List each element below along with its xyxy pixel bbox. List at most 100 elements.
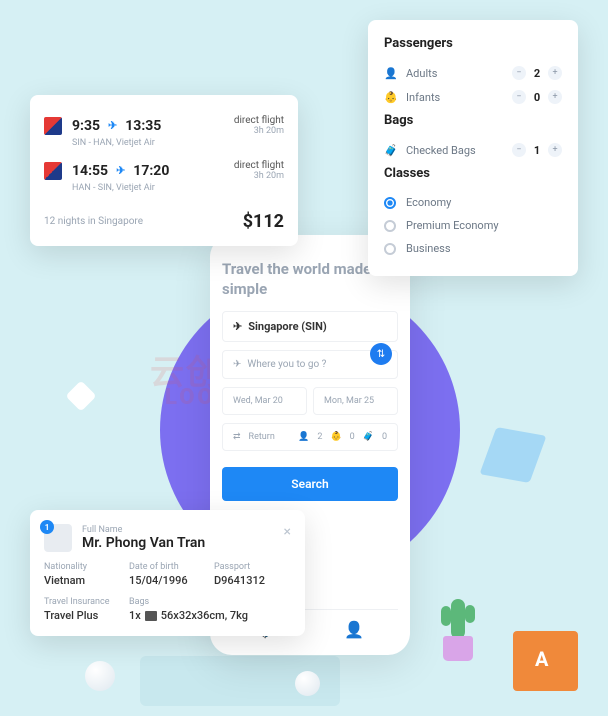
adults-icon: 👤 [298, 432, 309, 442]
infants-label: Infants [406, 91, 512, 104]
passengers-card: Passengers 👤 Adults − 2 + 👶 Infants − 0 … [368, 20, 578, 276]
adults-value: 2 [532, 67, 542, 80]
dep-time: 14:55 [72, 163, 108, 179]
return-icon: ⇄ [233, 432, 241, 442]
options-row[interactable]: ⇄ Return 👤 2 👶 0 🧳 0 [222, 423, 398, 451]
decorative-sphere [295, 671, 320, 696]
direct-label: direct flight [234, 160, 284, 171]
duration: 3h 20m [234, 126, 284, 136]
badge: 1 [40, 520, 54, 534]
direct-label: direct flight [234, 115, 284, 126]
field-value: Vietnam [44, 574, 121, 587]
plane-icon: ✈ [108, 119, 117, 132]
insurance-field: Travel Insurance Travel Plus [44, 597, 121, 622]
bags-dim: 56x32x36cm, 7kg [161, 609, 248, 622]
duration: 3h 20m [234, 171, 284, 181]
infants-value: 0 [532, 91, 542, 104]
decorative-cactus [438, 591, 478, 661]
decorative-sphere [85, 661, 115, 691]
bags-value: 1 [532, 144, 542, 157]
return-label: Return [249, 432, 275, 442]
decorative-cube-blue [479, 427, 546, 483]
flight-times: 14:55 ✈ 17:20 [72, 163, 169, 179]
adults-stepper: − 2 + [512, 66, 562, 80]
arr-time: 13:35 [125, 118, 161, 134]
radio-icon [384, 220, 396, 232]
bag-icon: 🧳 [363, 432, 374, 442]
field-label: Passport [214, 562, 291, 572]
class-label: Economy [406, 196, 451, 209]
plus-button[interactable]: + [548, 66, 562, 80]
class-label: Premium Economy [406, 219, 499, 232]
bags-field: Bags 1x 56x32x36cm, 7kg [129, 597, 291, 622]
radio-icon [384, 197, 396, 209]
nationality-field: Nationality Vietnam [44, 562, 121, 587]
field-value: D9641312 [214, 574, 291, 587]
class-option[interactable]: Business [384, 237, 562, 260]
infants-count: 0 [350, 432, 355, 442]
field-label: Travel Insurance [44, 597, 121, 607]
bag-icon: 🧳 [384, 144, 398, 157]
plane-arrive-icon: ✈ [233, 359, 241, 370]
adults-count: 2 [317, 432, 322, 442]
flight-times: 9:35 ✈ 13:35 [72, 118, 161, 134]
plane-icon: ✈ [116, 164, 125, 177]
route-label: HAN - SIN, Vietjet Air [72, 183, 284, 193]
class-option[interactable]: Economy [384, 191, 562, 214]
field-value: Travel Plus [44, 609, 121, 622]
field-value: 15/04/1996 [129, 574, 206, 587]
field-label: Nationality [44, 562, 121, 572]
minus-button[interactable]: − [512, 66, 526, 80]
adults-row: 👤 Adults − 2 + [384, 61, 562, 85]
class-label: Business [406, 242, 451, 255]
minus-button[interactable]: − [512, 143, 526, 157]
passengers-title: Passengers [384, 36, 562, 51]
plane-depart-icon: ✈ [233, 320, 242, 333]
plus-button[interactable]: + [548, 143, 562, 157]
checked-label: Checked Bags [406, 144, 512, 157]
infant-icon: 👶 [384, 91, 398, 104]
destination-placeholder: Where you to go ? [247, 359, 326, 370]
arr-time: 17:20 [133, 163, 169, 179]
route-label: SIN - HAN, Vietjet Air [72, 138, 284, 148]
date-depart-field[interactable]: Wed, Mar 20 [222, 387, 307, 415]
close-icon[interactable]: × [284, 524, 291, 540]
minus-button[interactable]: − [512, 90, 526, 104]
infants-icon: 👶 [330, 432, 341, 442]
origin-value: Singapore (SIN) [248, 320, 326, 333]
dob-field: Date of birth 15/04/1996 [129, 562, 206, 587]
price: $112 [243, 211, 284, 232]
airline-logo-icon [44, 117, 62, 135]
bags-title: Bags [384, 113, 562, 128]
origin-field[interactable]: ✈ Singapore (SIN) [222, 311, 398, 342]
bags-count: 0 [382, 432, 387, 442]
luggage-icon [145, 611, 157, 621]
decorative-cube-orange [513, 631, 578, 691]
plus-button[interactable]: + [548, 90, 562, 104]
field-label: Bags [129, 597, 291, 607]
search-button[interactable]: Search [222, 467, 398, 501]
swap-icon[interactable]: ⇅ [370, 343, 392, 365]
avatar: 1 [44, 524, 72, 552]
infants-row: 👶 Infants − 0 + [384, 85, 562, 109]
name-value: Mr. Phong Van Tran [82, 535, 205, 551]
radio-icon [384, 243, 396, 255]
decorative-diamond [65, 380, 96, 411]
adults-label: Adults [406, 67, 512, 80]
checked-bags-row: 🧳 Checked Bags − 1 + [384, 138, 562, 162]
nights-note: 12 nights in Singapore [44, 216, 143, 227]
profile-icon[interactable]: 👤 [344, 620, 364, 639]
field-label: Date of birth [129, 562, 206, 572]
class-option[interactable]: Premium Economy [384, 214, 562, 237]
classes-title: Classes [384, 166, 562, 181]
bags-qty: 1x [129, 609, 141, 622]
passport-field: Passport D9641312 [214, 562, 291, 587]
infants-stepper: − 0 + [512, 90, 562, 104]
person-icon: 👤 [384, 67, 398, 80]
date-return-field[interactable]: Mon, Mar 25 [313, 387, 398, 415]
bags-stepper: − 1 + [512, 143, 562, 157]
profile-card: 1 Full Name Mr. Phong Van Tran × Nationa… [30, 510, 305, 636]
dep-time: 9:35 [72, 118, 100, 134]
flight-card[interactable]: 9:35 ✈ 13:35 direct flight 3h 20m SIN - … [30, 95, 298, 246]
airline-logo-icon [44, 162, 62, 180]
